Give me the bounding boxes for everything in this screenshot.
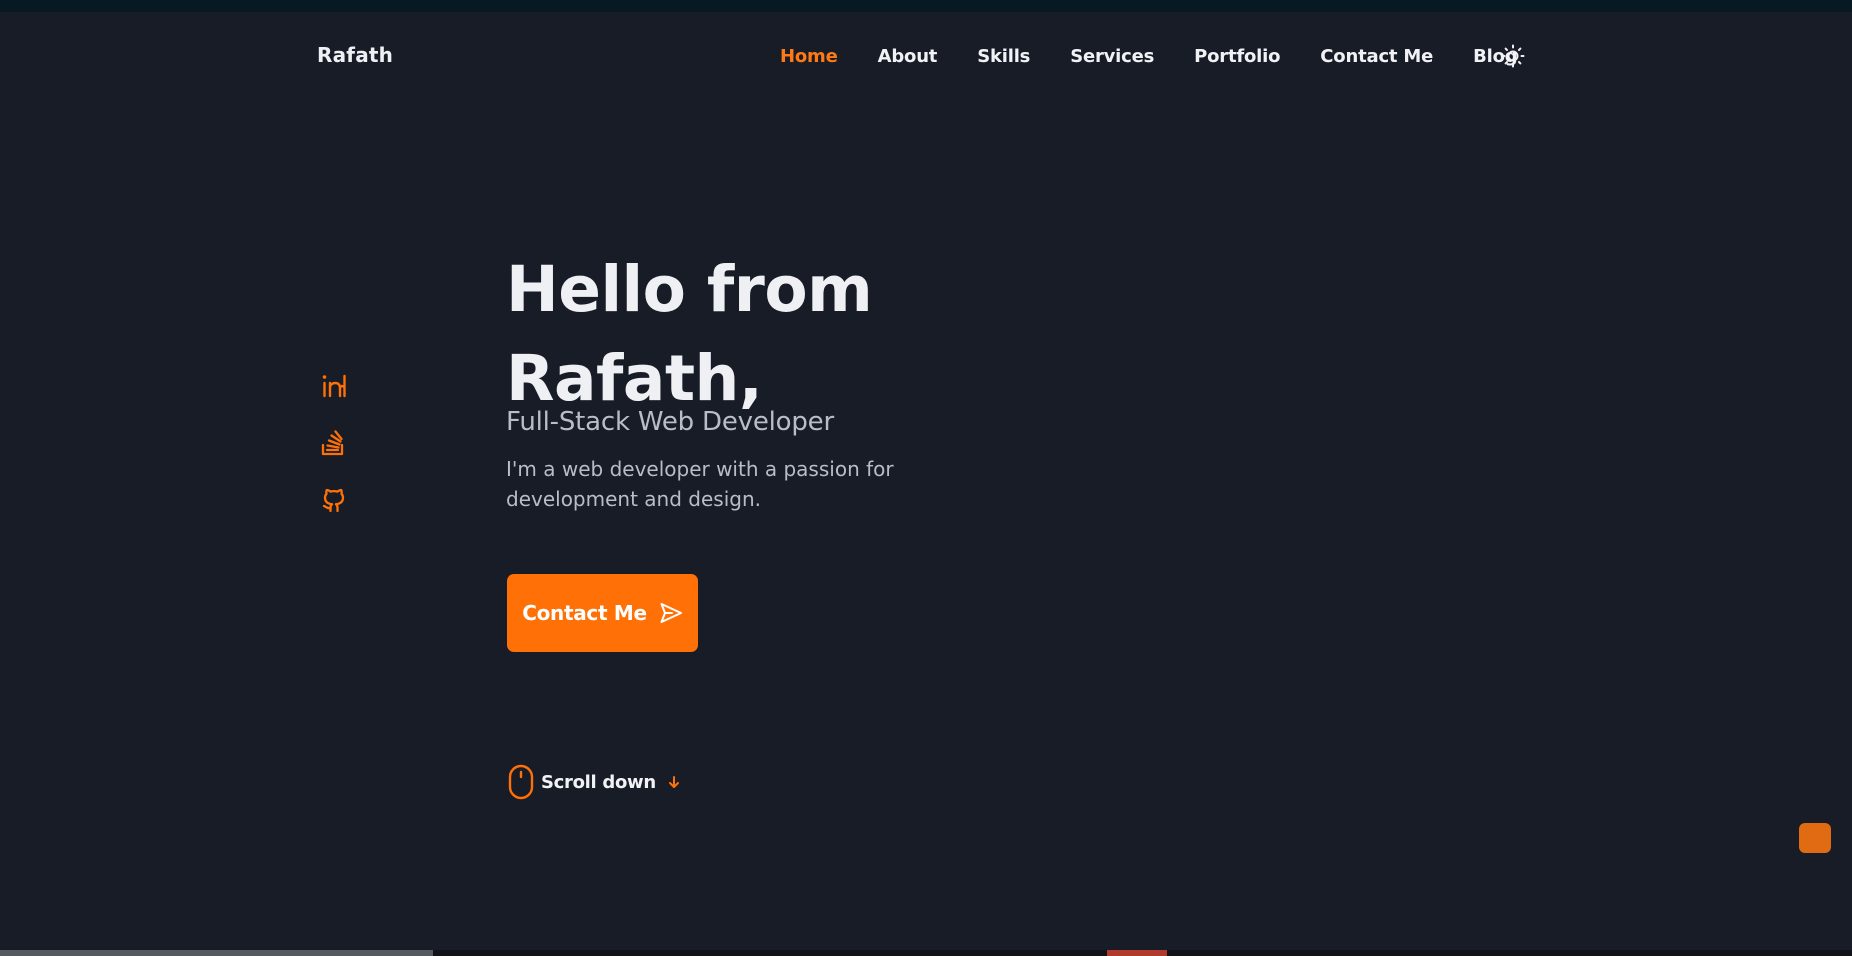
hero-subtitle: Full-Stack Web Developer <box>506 407 834 437</box>
social-links <box>320 373 348 513</box>
hero-description: I'm a web developer with a passion for d… <box>506 457 894 511</box>
contact-me-button-label: Contact Me <box>522 601 647 625</box>
nav-item-skills[interactable]: Skills <box>977 46 1030 67</box>
linkedin-icon <box>322 374 346 398</box>
arrow-down-icon <box>668 776 679 788</box>
mouse-icon <box>508 764 534 800</box>
site-logo[interactable]: Rafath <box>317 43 393 67</box>
nav-item-portfolio[interactable]: Portfolio <box>1194 46 1280 67</box>
site-header: Rafath Home About Skills Services Portfo… <box>0 12 1852 100</box>
scroll-down-label: Scroll down <box>541 771 656 793</box>
chat-widget-button[interactable] <box>1799 823 1831 853</box>
github-link[interactable] <box>320 487 348 513</box>
linkedin-link[interactable] <box>320 373 348 399</box>
nav-item-home[interactable]: Home <box>780 46 838 67</box>
nav-item-services[interactable]: Services <box>1070 46 1154 67</box>
main-nav: Home About Skills Services Portfolio Con… <box>780 44 1518 68</box>
theme-toggle-button[interactable] <box>1500 43 1526 69</box>
send-icon <box>660 603 682 623</box>
github-icon <box>322 488 345 513</box>
hero-title: Hello from Rafath, <box>506 245 1066 423</box>
hero-title-line-1: Hello from <box>506 253 873 326</box>
sun-icon <box>1501 44 1525 68</box>
stackoverflow-icon <box>321 430 344 456</box>
bottom-scrollbar-thumb[interactable] <box>0 950 433 956</box>
hero-title-line-2: Rafath, <box>506 342 763 415</box>
nav-item-about[interactable]: About <box>878 46 938 67</box>
scroll-down-link[interactable]: Scroll down <box>508 764 681 800</box>
nav-item-contact[interactable]: Contact Me <box>1320 46 1433 67</box>
top-strip <box>0 0 1852 12</box>
contact-me-button[interactable]: Contact Me <box>507 574 698 652</box>
hero-section: Hello from Rafath, Full-Stack Web Develo… <box>506 245 1066 514</box>
stackoverflow-link[interactable] <box>320 430 348 456</box>
bottom-indicator <box>1107 950 1167 956</box>
